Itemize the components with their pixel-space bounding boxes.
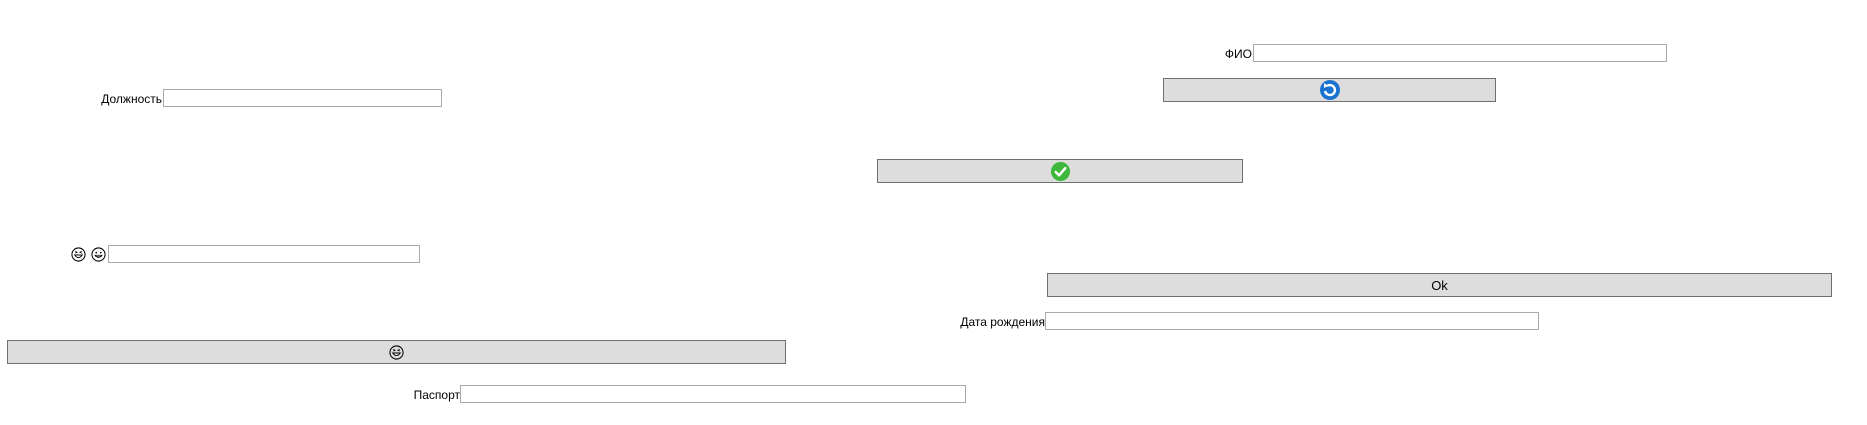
confirm-button[interactable] [877,159,1243,183]
emoji-button[interactable] [7,340,786,364]
refresh-button[interactable] [1163,78,1496,102]
emoji-field-input[interactable] [108,245,420,263]
laughing-face-icon [389,344,404,360]
ok-button[interactable]: Ok [1047,273,1832,297]
fio-input[interactable] [1253,44,1667,62]
birth-date-input[interactable] [1045,312,1539,330]
grinning-face-icon [91,247,106,262]
passport-input[interactable] [460,385,966,403]
position-input[interactable] [163,89,442,107]
birth-date-label: Дата рождения [960,315,1045,329]
position-label: Должность [101,92,162,106]
passport-label: Паспорт [413,388,460,402]
check-icon [1050,161,1071,182]
laughing-face-icon [71,247,86,262]
refresh-icon [1319,79,1341,101]
fio-label: ФИО [1224,47,1252,61]
